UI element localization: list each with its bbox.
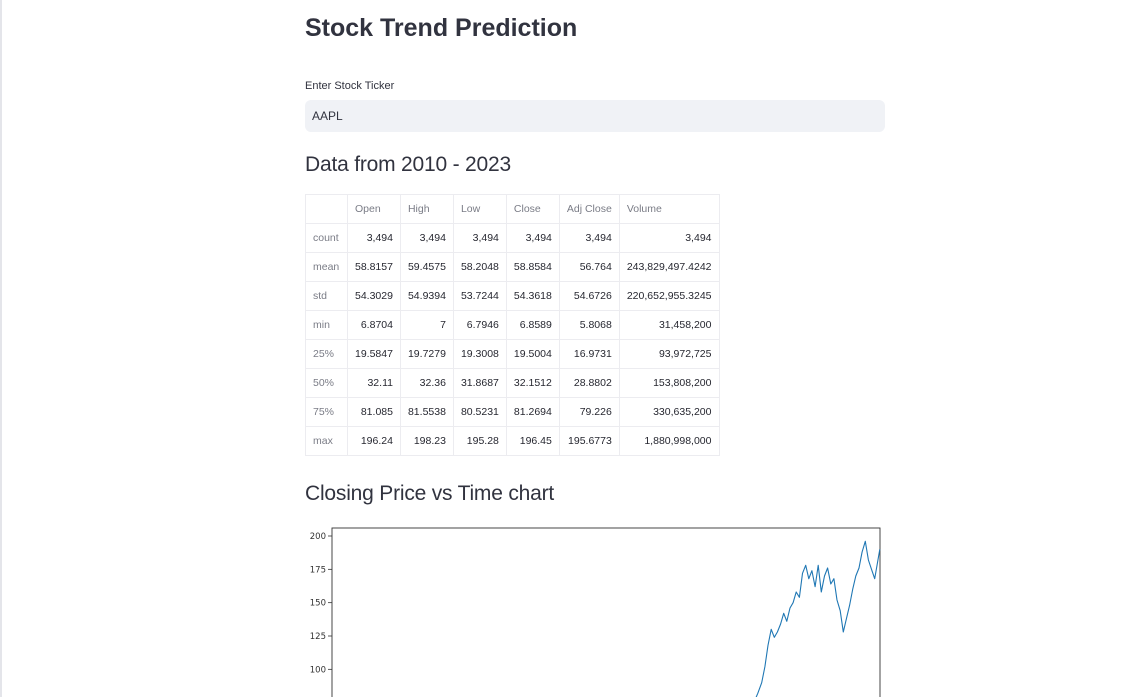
- ticker-input-label: Enter Stock Ticker: [305, 80, 395, 92]
- stats-table: Open High Low Close Adj Close Volume cou…: [305, 194, 720, 456]
- cell-open: 196.24: [347, 426, 401, 456]
- page-title: Stock Trend Prediction: [305, 14, 578, 42]
- column-header-high[interactable]: High: [399, 194, 454, 224]
- table-row: count 3,494 3,494 3,494 3,494 3,494 3,49…: [305, 223, 720, 253]
- cell-high: 3,494: [399, 223, 454, 253]
- cell-adj-close: 54.6726: [558, 281, 620, 311]
- table-row: min 6.8704 7 6.7946 6.8589 5.8068 31,458…: [305, 310, 720, 340]
- cell-adj-close: 5.8068: [558, 310, 620, 340]
- cell-close: 58.8584: [505, 252, 560, 282]
- cell-adj-close: 28.8802: [558, 368, 620, 398]
- cell-low: 3,494: [452, 223, 507, 253]
- column-header-index[interactable]: [305, 194, 348, 224]
- column-header-adj-close[interactable]: Adj Close: [558, 194, 620, 224]
- row-index: min: [305, 310, 348, 340]
- table-row: std 54.3029 54.9394 53.7244 54.3618 54.6…: [305, 281, 720, 311]
- row-index: mean: [305, 252, 348, 282]
- cell-low: 6.7946: [452, 310, 507, 340]
- y-tick-label: 100: [310, 665, 326, 675]
- chart-section-heading: Closing Price vs Time chart: [305, 482, 555, 505]
- cell-close: 19.5004: [505, 339, 560, 369]
- cell-open: 81.085: [347, 397, 401, 427]
- column-header-low[interactable]: Low: [452, 194, 507, 224]
- cell-open: 3,494: [347, 223, 401, 253]
- column-header-volume[interactable]: Volume: [618, 194, 720, 224]
- cell-high: 59.4575: [399, 252, 454, 282]
- row-index: 75%: [305, 397, 348, 427]
- table-header-row: Open High Low Close Adj Close Volume: [305, 194, 720, 224]
- closing-price-chart: 75100125150175200: [305, 522, 885, 697]
- y-tick-label: 150: [310, 599, 326, 609]
- cell-open: 32.11: [347, 368, 401, 398]
- table-row: mean 58.8157 59.4575 58.2048 58.8584 56.…: [305, 252, 720, 282]
- cell-open: 58.8157: [347, 252, 401, 282]
- cell-volume: 220,652,955.3245: [618, 281, 720, 311]
- cell-open: 19.5847: [347, 339, 401, 369]
- row-index: 25%: [305, 339, 348, 369]
- cell-volume: 93,972,725: [618, 339, 720, 369]
- cell-high: 54.9394: [399, 281, 454, 311]
- row-index: std: [305, 281, 348, 311]
- cell-close: 32.1512: [505, 368, 560, 398]
- y-tick-label: 200: [310, 532, 326, 542]
- cell-high: 198.23: [399, 426, 454, 456]
- ticker-input[interactable]: [305, 100, 885, 132]
- cell-adj-close: 16.9731: [558, 339, 620, 369]
- cell-adj-close: 195.6773: [558, 426, 620, 456]
- cell-volume: 243,829,497.4242: [618, 252, 720, 282]
- chart-svg: 75100125150175200: [310, 527, 881, 697]
- row-index: 50%: [305, 368, 348, 398]
- row-index: max: [305, 426, 348, 456]
- cell-high: 7: [399, 310, 454, 340]
- cell-low: 19.3008: [452, 339, 507, 369]
- cell-close: 54.3618: [505, 281, 560, 311]
- y-tick-label: 125: [310, 632, 326, 642]
- table-row: 50% 32.11 32.36 31.8687 32.1512 28.8802 …: [305, 368, 720, 398]
- cell-close: 196.45: [505, 426, 560, 456]
- cell-close: 81.2694: [505, 397, 560, 427]
- cell-adj-close: 3,494: [558, 223, 620, 253]
- cell-volume: 153,808,200: [618, 368, 720, 398]
- cell-adj-close: 79.226: [558, 397, 620, 427]
- cell-high: 32.36: [399, 368, 454, 398]
- cell-volume: 330,635,200: [618, 397, 720, 427]
- cell-open: 6.8704: [347, 310, 401, 340]
- column-header-close[interactable]: Close: [505, 194, 560, 224]
- column-header-open[interactable]: Open: [347, 194, 401, 224]
- cell-adj-close: 56.764: [558, 252, 620, 282]
- row-index: count: [305, 223, 348, 253]
- cell-low: 31.8687: [452, 368, 507, 398]
- cell-low: 195.28: [452, 426, 507, 456]
- plot-frame: [331, 527, 881, 697]
- table-row: 25% 19.5847 19.7279 19.3008 19.5004 16.9…: [305, 339, 720, 369]
- cell-high: 81.5538: [399, 397, 454, 427]
- cell-close: 6.8589: [505, 310, 560, 340]
- cell-low: 58.2048: [452, 252, 507, 282]
- cell-high: 19.7279: [399, 339, 454, 369]
- cell-open: 54.3029: [347, 281, 401, 311]
- cell-low: 80.5231: [452, 397, 507, 427]
- cell-volume: 3,494: [618, 223, 720, 253]
- cell-volume: 31,458,200: [618, 310, 720, 340]
- data-section-heading: Data from 2010 - 2023: [305, 153, 511, 176]
- cell-close: 3,494: [505, 223, 560, 253]
- table-row: 75% 81.085 81.5538 80.5231 81.2694 79.22…: [305, 397, 720, 427]
- sidebar-edge: [0, 0, 2, 697]
- y-tick-label: 175: [310, 565, 326, 575]
- cell-low: 53.7244: [452, 281, 507, 311]
- table-row: max 196.24 198.23 195.28 196.45 195.6773…: [305, 426, 720, 456]
- cell-volume: 1,880,998,000: [618, 426, 720, 456]
